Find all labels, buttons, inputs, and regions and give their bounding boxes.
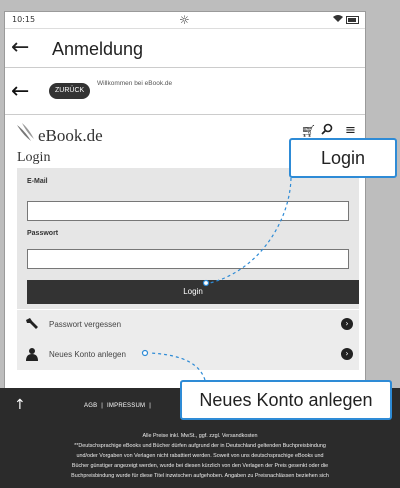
footer-link-agb[interactable]: AGB [84,403,97,409]
user-icon [26,348,38,361]
logo-mark-icon [17,123,34,141]
battery-icon [346,16,359,24]
back-button[interactable]: ZURÜCK [49,83,91,99]
password-label: Passwort [27,230,59,237]
title-bar: ← Anmeldung [5,30,365,68]
login-heading: Login [17,150,51,165]
login-button[interactable]: Login [27,280,359,304]
device-frame: 10:15 ☼ ← Anmeldung ← ZURÜCK Willkommen … [0,0,400,488]
search-icon[interactable] [321,123,333,139]
menu-icon[interactable]: ≡ [345,123,356,138]
arrow-up-icon[interactable]: ↑ [14,397,26,413]
arrow-left-icon[interactable]: ← [11,35,29,60]
wifi-icon [333,14,343,25]
wrench-icon [26,318,38,329]
login-callout: Login [289,138,397,178]
cart-icon[interactable]: 🛒︎ [301,124,316,138]
page-title: Anmeldung [52,39,144,59]
footer-text-line: **Deutschsprachige eBooks und Bücher dür… [74,443,326,449]
forgot-password-label: Passwort vergessen [49,320,122,329]
email-field[interactable] [27,201,349,221]
status-time: 10:15 [12,15,36,24]
new-account-callout: Neues Konto anlegen [180,380,392,420]
footer-text-line: Alle Preise inkl. MwSt., ggf. zzgl. Vers… [142,433,258,439]
footer-link-impressum[interactable]: IMPRESSUM [107,403,145,409]
footer-text-line: und/oder Vorgaben von Verlagen nicht rab… [76,453,324,459]
footer-links: AGB | IMPRESSUM | [82,403,153,409]
logo-text: eBook.de [38,126,103,145]
chevron-right-icon: › [341,318,353,330]
footer-text-line: Bücher günstiger angezeigt werden, wurde… [71,463,329,469]
new-account-label: Neues Konto anlegen [49,350,126,359]
footer-text: Alle Preise inkl. MwSt., ggf. zzgl. Vers… [0,428,400,488]
welcome-text: Willkommen bei eBook.de [97,80,173,87]
new-account-link[interactable]: Neues Konto anlegen › [17,340,359,370]
arrow-left-icon[interactable]: ← [11,79,29,104]
password-field[interactable] [27,249,349,269]
footer-separator: | [101,403,104,409]
footer-text-line: Buchpreisbindung wurde für diese Titel i… [71,473,329,479]
login-form: E-Mail Passwort Login [17,168,359,309]
footer-separator: | [149,403,151,409]
status-bar: 10:15 ☼ [5,12,365,29]
app-bar: ← ZURÜCK Willkommen bei eBook.de [5,69,365,115]
chevron-right-icon: › [341,348,353,360]
sun-icon: ☼ [179,13,190,27]
forgot-password-link[interactable]: Passwort vergessen › [17,310,359,340]
email-label: E-Mail [27,178,48,185]
